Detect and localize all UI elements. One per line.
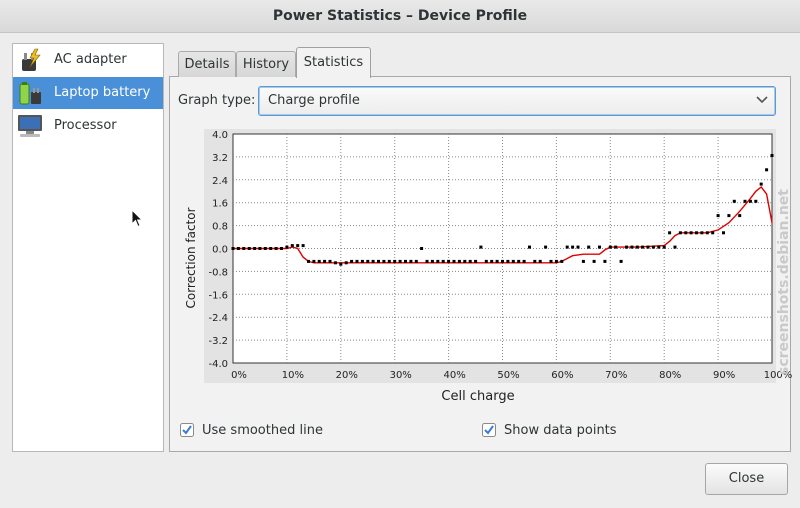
device-list[interactable]: AC adapter Laptop battery Processor	[12, 43, 164, 452]
device-item-laptop-battery[interactable]: Laptop battery	[13, 77, 163, 109]
device-item-label: AC adapter	[54, 52, 127, 67]
computer-icon	[18, 115, 42, 137]
ac-adapter-icon	[22, 48, 41, 71]
device-item-label: Processor	[54, 118, 117, 133]
graph-type-label: Graph type:	[178, 93, 256, 108]
device-item-label: Laptop battery	[54, 85, 151, 100]
tab-details[interactable]: Details	[178, 51, 236, 77]
data-points-label[interactable]: Show data points	[504, 423, 617, 438]
watermark: screenshots.debian.net	[776, 189, 792, 375]
window-title: Power Statistics – Device Profile	[0, 0, 800, 33]
graph-area	[204, 129, 776, 383]
tab-history[interactable]: History	[236, 51, 296, 77]
battery-icon	[19, 82, 41, 105]
chevron-down-icon	[756, 96, 768, 104]
watermark-text: screenshots.debian.net	[776, 189, 792, 375]
device-item-processor[interactable]: Processor	[13, 110, 163, 142]
smoothed-line-label[interactable]: Use smoothed line	[202, 423, 323, 438]
tab-statistics[interactable]: Statistics	[296, 47, 371, 78]
data-points-checkbox[interactable]	[482, 423, 496, 437]
device-item-ac-adapter[interactable]: AC adapter	[13, 44, 163, 76]
graph-type-select[interactable]: Charge profile	[258, 86, 776, 116]
graph-type-value: Charge profile	[268, 93, 360, 108]
mouse-cursor-icon	[131, 209, 143, 228]
smoothed-line-checkbox[interactable]	[180, 423, 194, 437]
close-button[interactable]: Close	[705, 463, 788, 495]
